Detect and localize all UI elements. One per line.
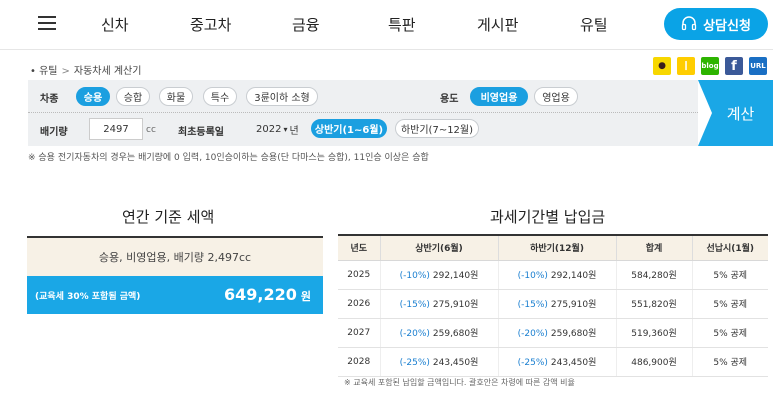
periodic-payment-title: 과세기간별 납입금 xyxy=(490,208,606,226)
displacement-label: 배기량 xyxy=(40,127,68,138)
first-half-button[interactable]: 상반기(1~6월) xyxy=(311,119,387,138)
car-type-label: 차종 xyxy=(40,94,59,105)
kakaostory-share-icon[interactable]: ❙ xyxy=(677,57,695,75)
annual-amount: 649,220 원 xyxy=(224,285,311,304)
cell-total: 486,900원 xyxy=(615,347,692,377)
displacement-input[interactable]: 2497 xyxy=(89,118,143,140)
col-second-half: 하반기(12월) xyxy=(497,235,616,261)
nav-board[interactable]: 게시판 xyxy=(477,14,518,35)
cell-total: 584,280원 xyxy=(615,260,692,290)
breadcrumb-utility[interactable]: 유틸 xyxy=(39,66,57,77)
cell-first-half: (-20%) 259,680원 xyxy=(379,318,498,348)
nav-finance[interactable]: 금융 xyxy=(292,14,320,35)
year-select[interactable]: 2022 ▾ 년 xyxy=(256,119,299,139)
cell-total: 551,820원 xyxy=(615,289,692,319)
filter-row-type: 차종 승용 승합 화물 특수 3륜이하 소형 용도 비영업용 영업용 xyxy=(28,80,698,113)
nav-new-car[interactable]: 신차 xyxy=(101,14,129,35)
breadcrumb-current: 자동차세 계산기 xyxy=(73,66,142,77)
nav-used-car[interactable]: 중고차 xyxy=(190,14,231,35)
first-registration-label: 최초등록일 xyxy=(178,127,224,138)
hamburger-menu-icon[interactable] xyxy=(38,16,56,30)
cell-prepay: 5% 공제 xyxy=(691,260,768,290)
table-row: 2028 (-25%) 243,450원 (-25%) 243,450원 486,900원… xyxy=(338,347,768,377)
col-first-half: 상반기(6월) xyxy=(379,235,498,261)
car-type-van[interactable]: 승합 xyxy=(116,87,150,106)
cell-second-half: (-10%) 292,140원 xyxy=(497,260,616,290)
col-total: 합계 xyxy=(615,235,692,261)
table-footnote: ※ 교육세 포함된 납입할 금액입니다. 괄호안은 차령에 따른 감액 비율 xyxy=(344,378,575,387)
table-row: 2027 (-20%) 259,680원 (-20%) 259,680원 519,360원… xyxy=(338,318,768,348)
usage-business[interactable]: 영업용 xyxy=(534,87,578,106)
cell-prepay: 5% 공제 xyxy=(691,289,768,319)
blog-share-icon[interactable]: blog xyxy=(701,57,719,75)
top-nav: 신차 중고차 금융 특판 게시판 유틸 상담신청 xyxy=(0,0,773,50)
car-type-small-3wheel[interactable]: 3륜이하 소형 xyxy=(246,87,318,106)
col-year: 년도 xyxy=(338,235,380,261)
chevron-down-icon: ▾ xyxy=(283,124,288,134)
cell-first-half: (-15%) 275,910원 xyxy=(379,289,498,319)
facebook-share-icon[interactable]: f xyxy=(725,57,743,75)
year-suffix: 년 xyxy=(289,125,299,137)
nav-utility[interactable]: 유틸 xyxy=(580,14,608,35)
cell-year: 2025 xyxy=(338,260,380,290)
col-prepay: 선납시(1월) xyxy=(691,235,768,261)
second-half-button[interactable]: 하반기(7~12월) xyxy=(395,119,479,138)
cell-year: 2028 xyxy=(338,347,380,377)
cell-prepay: 5% 공제 xyxy=(691,318,768,348)
annual-amount-label: (교육세 30% 포함됨 금액) xyxy=(35,292,141,302)
nav-special-sale[interactable]: 특판 xyxy=(388,14,416,35)
cell-second-half: (-15%) 275,910원 xyxy=(497,289,616,319)
car-type-passenger[interactable]: 승용 xyxy=(76,87,110,106)
calculate-button[interactable]: 계산 xyxy=(698,80,773,146)
table-row: 2026 (-15%) 275,910원 (-15%) 275,910원 551,820원… xyxy=(338,289,768,319)
filter-row-displacement: 배기량 2497 cc 최초등록일 2022 ▾ 년 상반기(1~6월) 하반기… xyxy=(28,113,698,146)
cell-first-half: (-10%) 292,140원 xyxy=(379,260,498,290)
displacement-unit: cc xyxy=(146,125,156,135)
cell-year: 2027 xyxy=(338,318,380,348)
consult-label: 상담신청 xyxy=(703,18,751,34)
cell-second-half: (-25%) 243,450원 xyxy=(497,347,616,377)
kakaotalk-share-icon[interactable]: ● xyxy=(653,57,671,75)
usage-label: 용도 xyxy=(440,94,459,105)
cell-prepay: 5% 공제 xyxy=(691,347,768,377)
annual-amount-box: (교육세 30% 포함됨 금액) 649,220 원 xyxy=(27,276,323,314)
annual-summary: 승용, 비영업용, 배기량 2,497cc xyxy=(27,236,323,276)
input-notice: ※ 승용 전기자동차의 경우는 배기량에 0 입력, 10인승이하는 승용(단 … xyxy=(28,153,429,163)
cell-second-half: (-20%) 259,680원 xyxy=(497,318,616,348)
payment-table: 년도 상반기(6월) 하반기(12월) 합계 선납시(1월) 2025 (-10%… xyxy=(338,234,768,377)
cell-first-half: (-25%) 243,450원 xyxy=(379,347,498,377)
car-type-truck[interactable]: 화물 xyxy=(159,87,193,106)
car-type-special[interactable]: 특수 xyxy=(203,87,237,106)
consult-button[interactable]: 상담신청 xyxy=(664,8,768,40)
year-value: 2022 xyxy=(256,123,282,135)
filter-panel: 차종 승용 승합 화물 특수 3륜이하 소형 용도 비영업용 영업용 배기량 2… xyxy=(28,80,698,146)
cell-year: 2026 xyxy=(338,289,380,319)
table-header-row: 년도 상반기(6월) 하반기(12월) 합계 선납시(1월) xyxy=(338,235,768,261)
calculate-label: 계산 xyxy=(726,104,755,123)
url-copy-icon[interactable]: URL xyxy=(749,57,767,75)
headset-icon xyxy=(681,16,697,31)
annual-tax-title: 연간 기준 세액 xyxy=(122,208,215,226)
usage-non-business[interactable]: 비영업용 xyxy=(470,87,528,106)
table-row: 2025 (-10%) 292,140원 (-10%) 292,140원 584,280원… xyxy=(338,260,768,290)
cell-total: 519,360원 xyxy=(615,318,692,348)
breadcrumb: • 유틸 > 자동차세 계산기 xyxy=(30,66,142,77)
